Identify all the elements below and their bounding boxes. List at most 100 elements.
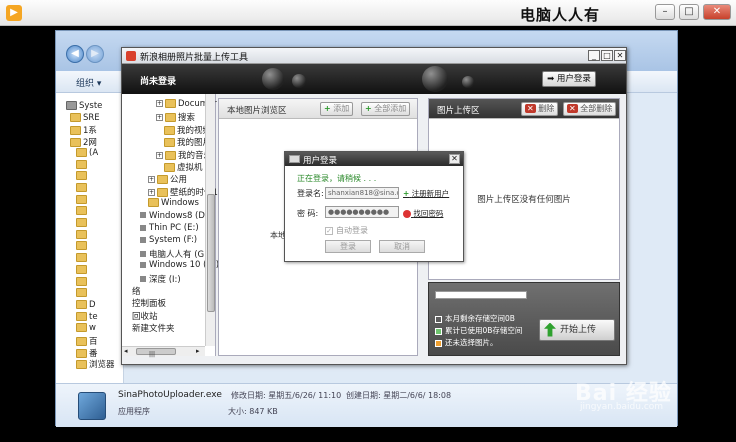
user-login-button[interactable]: ➡ 用户登录 xyxy=(542,71,596,87)
explorer-nav-pane: Syste SRE 1系 2网 (A Dte w 百番浏览器 xyxy=(56,93,124,383)
scroll-grip-icon: ||| xyxy=(149,351,156,358)
decor-bubble xyxy=(462,76,474,88)
delete-x-icon: ✕ xyxy=(567,104,578,113)
folder-tree-item[interactable]: Windows8 (D:) xyxy=(140,211,211,223)
explorer-tree-label: 浏览器 xyxy=(89,360,115,371)
drive-icon xyxy=(66,101,77,110)
organize-menu[interactable]: 组织 ▾ xyxy=(76,76,101,89)
player-title: 电脑人人有 xyxy=(520,6,601,24)
forgot-password-link[interactable]: 找回密码 xyxy=(403,208,443,219)
login-dialog-title: 用户登录 xyxy=(303,156,338,166)
checkbox-icon: ✓ xyxy=(325,226,333,235)
folder-tree-item[interactable]: + 我的音乐 xyxy=(156,149,212,161)
start-upload-button[interactable]: 开始上传 xyxy=(539,319,615,341)
folder-icon xyxy=(76,229,87,239)
drive-icon xyxy=(140,212,146,219)
upload-arrow-icon xyxy=(544,322,556,337)
legend-selected: 还未选择图片。 xyxy=(435,337,498,348)
folder-tree-item[interactable]: + 公用 xyxy=(148,173,187,185)
folder-tree-item[interactable]: 回收站 xyxy=(132,310,158,322)
drive-icon xyxy=(140,236,146,243)
app-maximize-button[interactable]: □ xyxy=(601,50,613,61)
folder-icon xyxy=(76,299,87,309)
expand-icon[interactable]: + xyxy=(148,176,155,184)
explorer-tree-label: 百 xyxy=(89,337,98,347)
player-logo-icon: ▶ xyxy=(6,5,22,21)
cancel-button[interactable]: 取消 xyxy=(379,240,425,253)
legend-text: 累计已使用0B存储空间 xyxy=(445,326,523,335)
delete-all-button[interactable]: ✕ 全部删除 xyxy=(563,102,617,116)
explorer-tree-label: SRE xyxy=(83,112,100,123)
add-all-button-label: 全部添加 xyxy=(374,104,407,113)
folder-icon xyxy=(76,253,87,263)
player-close-button[interactable]: ✕ xyxy=(703,4,731,20)
folder-tree-item[interactable]: 络 xyxy=(132,285,141,297)
tree-horizontal-scrollbar[interactable]: ◂ ||| ▸ xyxy=(122,346,205,358)
login-dialog-close-button[interactable]: ✕ xyxy=(449,154,460,164)
uploader-header: 尚未登录 ➡ 用户登录 xyxy=(122,64,626,94)
folder-tree-item[interactable]: Windows xyxy=(148,198,199,210)
login-dialog-title-bar: 用户登录 ✕ xyxy=(285,152,463,166)
scroll-right-arrow-icon[interactable]: ▸ xyxy=(196,347,200,355)
folder-icon xyxy=(76,194,87,204)
legend-text: 还未选择图片。 xyxy=(445,338,498,347)
app-minimize-button[interactable]: _ xyxy=(588,50,600,61)
folder-tree-item[interactable]: 虚拟机 xyxy=(164,161,203,173)
delete-button[interactable]: ✕ 删除 xyxy=(521,102,559,116)
folder-tree-item[interactable]: + 搜索 xyxy=(156,111,195,123)
auto-login-checkbox[interactable]: ✓ 自动登录 xyxy=(325,225,368,236)
folder-icon xyxy=(76,348,87,358)
file-created: 创建日期: 星期二/6/6/ 18:08 xyxy=(346,391,452,400)
drive-icon xyxy=(140,276,146,283)
login-progress-text: 正在登录，请稍候 . . . xyxy=(297,174,377,183)
expand-icon[interactable]: + xyxy=(148,188,155,196)
folder-icon xyxy=(76,276,87,286)
explorer-tree-item[interactable]: 浏览器 xyxy=(76,358,115,371)
folder-tree-item[interactable]: System (F:) xyxy=(140,235,197,247)
folder-icon xyxy=(76,182,87,192)
expand-icon[interactable]: + xyxy=(156,114,163,122)
folder-tree-item[interactable]: 我的图片 xyxy=(164,136,211,148)
player-maximize-button[interactable]: □ xyxy=(679,4,699,20)
add-all-button[interactable]: + 全部添加 xyxy=(361,102,411,116)
storage-progress-bar xyxy=(435,291,527,299)
folder-icon xyxy=(76,337,87,346)
folder-icon xyxy=(76,241,87,251)
folder-tree-item[interactable]: 电脑人人有 (G:) xyxy=(140,248,210,260)
folder-tree-item[interactable]: Thin PC (E:) xyxy=(140,223,199,235)
tree-hscroll-thumb[interactable]: ||| xyxy=(136,348,176,358)
folder-icon xyxy=(164,138,175,148)
app-close-button[interactable]: ✕ xyxy=(614,50,626,61)
explorer-tree-label: 2网 xyxy=(83,138,97,149)
folder-icon xyxy=(76,147,87,157)
password-input[interactable]: ●●●●●●●●●● xyxy=(325,206,399,218)
add-button[interactable]: + 添加 xyxy=(320,102,354,116)
folder-tree-label: System (F:) xyxy=(149,235,198,246)
scroll-left-arrow-icon[interactable]: ◂ xyxy=(124,347,128,355)
register-link[interactable]: + 注册新用户 xyxy=(403,188,449,199)
back-arrow-icon[interactable]: ◀ xyxy=(66,45,84,63)
expand-icon[interactable]: + xyxy=(156,100,163,107)
tree-scroll-thumb[interactable] xyxy=(207,194,215,312)
file-size: 大小: 847 KB xyxy=(228,407,278,416)
explorer-tree-label: D xyxy=(89,299,96,310)
decor-bubble xyxy=(422,66,448,92)
expand-icon[interactable]: + xyxy=(156,151,163,159)
explorer-tree-label: (A xyxy=(89,147,99,158)
username-input[interactable]: shanxian818@sina.com xyxy=(325,187,399,199)
folder-tree-item[interactable]: 新建文件夹 xyxy=(132,322,175,334)
folder-tree-item[interactable]: 深度 (I:) xyxy=(140,273,181,285)
folder-tree-label: Windows xyxy=(161,198,199,209)
folder-tree-label: 深度 (I:) xyxy=(149,274,181,285)
baidu-watermark-url: jingyan.baidu.com xyxy=(580,402,664,412)
legend-used: 累计已使用0B存储空间 xyxy=(435,325,522,336)
explorer-tree-label: te xyxy=(89,311,98,322)
forward-arrow-icon[interactable]: ▶ xyxy=(86,45,104,63)
explorer-tree-label: 1系 xyxy=(83,126,97,137)
folder-tree-item[interactable]: 我的视频 xyxy=(164,124,211,136)
login-button[interactable]: 登录 xyxy=(325,240,371,253)
folder-tree-item[interactable]: 控制面板 xyxy=(132,297,166,309)
tree-vertical-scrollbar[interactable] xyxy=(205,94,215,346)
legend-text: 本月剩余存储空间0B xyxy=(445,314,515,323)
player-minimize-button[interactable]: – xyxy=(655,4,675,20)
